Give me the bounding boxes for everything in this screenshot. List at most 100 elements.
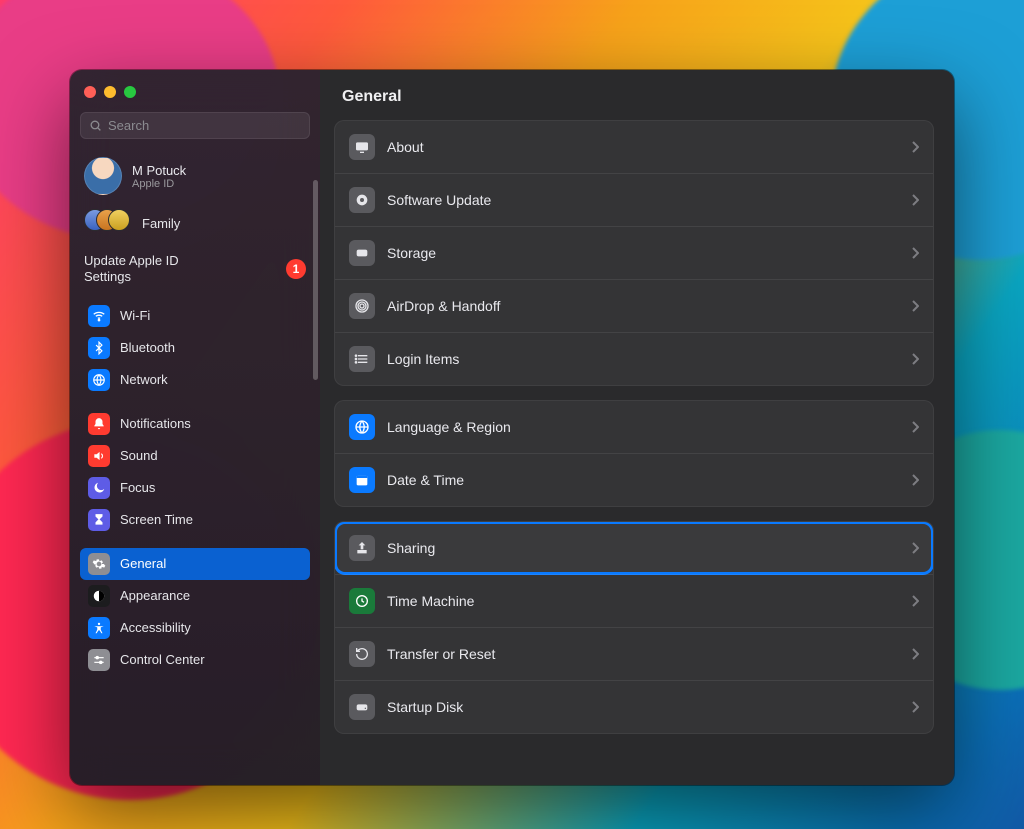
row-storage[interactable]: Storage xyxy=(335,226,933,279)
chevron-right-icon xyxy=(911,595,919,607)
gear-badge-icon xyxy=(349,187,375,213)
row-time-machine[interactable]: Time Machine xyxy=(335,574,933,627)
row-label: Time Machine xyxy=(387,593,899,609)
sidebar-item-label: Appearance xyxy=(120,588,190,603)
apple-id-account[interactable]: M Potuck Apple ID xyxy=(80,153,310,205)
list-icon xyxy=(349,346,375,372)
content-scroll[interactable]: About Software Update Storage AirDrop & … xyxy=(320,120,954,785)
bell-icon xyxy=(88,413,110,435)
chevron-right-icon xyxy=(911,247,919,259)
globe-icon xyxy=(349,414,375,440)
sidebar-item-label: Sound xyxy=(120,448,158,463)
wifi-icon xyxy=(88,305,110,327)
sidebar-item-label: Screen Time xyxy=(120,512,193,527)
chevron-right-icon xyxy=(911,421,919,433)
chevron-right-icon xyxy=(911,194,919,206)
sidebar-item-appearance[interactable]: Appearance xyxy=(80,580,310,612)
row-transfer-reset[interactable]: Transfer or Reset xyxy=(335,627,933,680)
sidebar-item-general[interactable]: General xyxy=(80,548,310,580)
sidebar-item-label: Network xyxy=(120,372,168,387)
family-row[interactable]: Family xyxy=(80,205,310,249)
display-icon xyxy=(349,134,375,160)
general-group-2: Language & Region Date & Time xyxy=(334,400,934,507)
accessibility-icon xyxy=(88,617,110,639)
minimize-window-button[interactable] xyxy=(104,86,116,98)
family-avatars xyxy=(84,209,132,237)
sidebar-nav: Wi-Fi Bluetooth Network xyxy=(80,300,310,686)
sidebar-scrollbar[interactable] xyxy=(313,180,318,380)
bluetooth-icon xyxy=(88,337,110,359)
row-label: Software Update xyxy=(387,192,899,208)
chevron-right-icon xyxy=(911,474,919,486)
sidebar-item-wifi[interactable]: Wi-Fi xyxy=(80,300,310,332)
search-input[interactable] xyxy=(108,118,301,133)
search-field[interactable] xyxy=(80,112,310,139)
main-panel: General About Software Update Storage xyxy=(320,70,954,785)
sidebar-group-system: General Appearance Accessibility xyxy=(80,548,310,676)
settings-window: M Potuck Apple ID Family Update Apple ID… xyxy=(70,70,954,785)
sidebar-item-label: Wi-Fi xyxy=(120,308,150,323)
zoom-window-button[interactable] xyxy=(124,86,136,98)
row-label: Storage xyxy=(387,245,899,261)
airdrop-icon xyxy=(349,293,375,319)
general-group-1: About Software Update Storage AirDrop & … xyxy=(334,120,934,386)
row-sharing[interactable]: Sharing xyxy=(335,522,933,574)
gear-icon xyxy=(88,553,110,575)
sidebar-item-label: Accessibility xyxy=(120,620,191,635)
row-language-region[interactable]: Language & Region xyxy=(335,401,933,453)
row-airdrop-handoff[interactable]: AirDrop & Handoff xyxy=(335,279,933,332)
row-label: Login Items xyxy=(387,351,899,367)
chevron-right-icon xyxy=(911,648,919,660)
sidebar-item-sound[interactable]: Sound xyxy=(80,440,310,472)
row-label: Transfer or Reset xyxy=(387,646,899,662)
speaker-icon xyxy=(88,445,110,467)
row-date-time[interactable]: Date & Time xyxy=(335,453,933,506)
close-window-button[interactable] xyxy=(84,86,96,98)
row-label: Date & Time xyxy=(387,472,899,488)
chevron-right-icon xyxy=(911,300,919,312)
sidebar-item-notifications[interactable]: Notifications xyxy=(80,408,310,440)
arrow-counterclockwise-icon xyxy=(349,641,375,667)
hourglass-icon xyxy=(88,509,110,531)
row-label: Language & Region xyxy=(387,419,899,435)
sidebar-item-focus[interactable]: Focus xyxy=(80,472,310,504)
sidebar-item-label: Focus xyxy=(120,480,155,495)
update-line1: Update Apple ID xyxy=(84,253,179,268)
row-label: Sharing xyxy=(387,540,899,556)
sidebar-item-network[interactable]: Network xyxy=(80,364,310,396)
sidebar-item-bluetooth[interactable]: Bluetooth xyxy=(80,332,310,364)
sidebar-item-label: Bluetooth xyxy=(120,340,175,355)
sliders-icon xyxy=(88,649,110,671)
notification-badge: 1 xyxy=(286,259,306,279)
page-title: General xyxy=(320,70,954,120)
row-software-update[interactable]: Software Update xyxy=(335,173,933,226)
family-label: Family xyxy=(142,216,180,231)
sidebar-item-control-center[interactable]: Control Center xyxy=(80,644,310,676)
sidebar-item-label: General xyxy=(120,556,166,571)
sidebar: M Potuck Apple ID Family Update Apple ID… xyxy=(70,70,320,785)
sidebar-item-label: Notifications xyxy=(120,416,191,431)
update-apple-id-row[interactable]: Update Apple ID Settings 1 xyxy=(80,249,310,300)
search-icon xyxy=(89,119,102,132)
general-group-3: Sharing Time Machine Transfer or Reset S… xyxy=(334,521,934,734)
row-label: About xyxy=(387,139,899,155)
sidebar-group-network: Wi-Fi Bluetooth Network xyxy=(80,300,310,396)
sidebar-group-alerts: Notifications Sound Focus xyxy=(80,408,310,536)
account-name: M Potuck xyxy=(132,163,186,178)
update-line2: Settings xyxy=(84,269,131,284)
chevron-right-icon xyxy=(911,353,919,365)
account-subtitle: Apple ID xyxy=(132,178,186,190)
sidebar-item-screen-time[interactable]: Screen Time xyxy=(80,504,310,536)
chevron-right-icon xyxy=(911,542,919,554)
chevron-right-icon xyxy=(911,701,919,713)
appearance-icon xyxy=(88,585,110,607)
moon-icon xyxy=(88,477,110,499)
sidebar-item-accessibility[interactable]: Accessibility xyxy=(80,612,310,644)
disk-icon xyxy=(349,240,375,266)
row-about[interactable]: About xyxy=(335,121,933,173)
row-label: AirDrop & Handoff xyxy=(387,298,899,314)
row-login-items[interactable]: Login Items xyxy=(335,332,933,385)
row-startup-disk[interactable]: Startup Disk xyxy=(335,680,933,733)
chevron-right-icon xyxy=(911,141,919,153)
internal-drive-icon xyxy=(349,694,375,720)
